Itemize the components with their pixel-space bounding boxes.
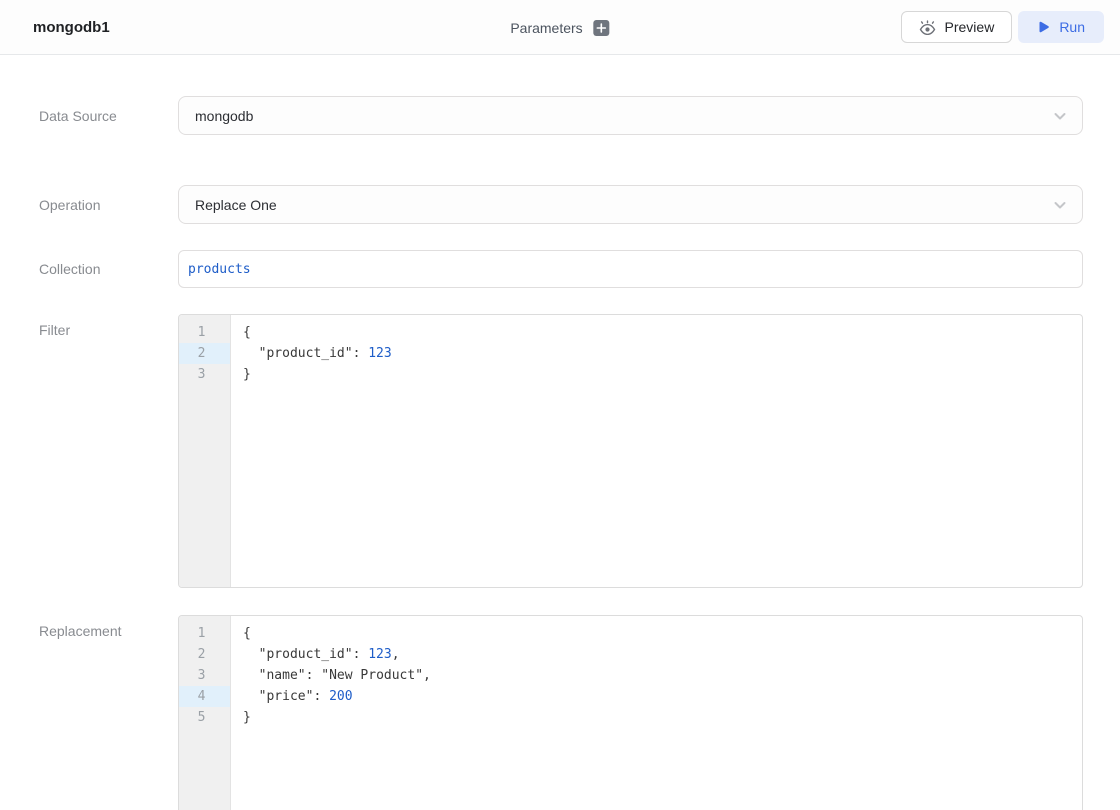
operation-value: Replace One bbox=[195, 197, 277, 213]
query-title: mongodb1 bbox=[33, 19, 110, 36]
filter-code-editor[interactable]: 123 { "product_id": 123} bbox=[178, 314, 1083, 588]
collection-input[interactable]: products bbox=[178, 250, 1083, 288]
replacement-row: Replacement 12345 { "product_id": 123, "… bbox=[39, 615, 1083, 810]
datasource-row: Data Source mongodb bbox=[39, 96, 1083, 135]
code-line[interactable]: "product_id": 123 bbox=[243, 343, 1082, 364]
line-number: 1 bbox=[179, 623, 230, 644]
run-button[interactable]: Run bbox=[1018, 11, 1104, 43]
chevron-down-icon bbox=[1052, 108, 1068, 124]
replacement-label: Replacement bbox=[39, 615, 178, 639]
line-number: 5 bbox=[179, 707, 230, 728]
plus-icon bbox=[597, 23, 607, 33]
line-number: 4 bbox=[179, 686, 230, 707]
code-line[interactable]: { bbox=[243, 322, 1082, 343]
code-line[interactable]: } bbox=[243, 364, 1082, 385]
operation-select[interactable]: Replace One bbox=[178, 185, 1083, 224]
filter-row: Filter 123 { "product_id": 123} bbox=[39, 314, 1083, 588]
preview-button[interactable]: Preview bbox=[901, 11, 1013, 43]
collection-value: products bbox=[188, 262, 1073, 277]
query-form: Data Source mongodb Operation Replace On… bbox=[0, 96, 1120, 810]
top-bar: mongodb1 Parameters Preview Run bbox=[0, 0, 1120, 55]
line-number: 2 bbox=[179, 343, 230, 364]
line-number: 3 bbox=[179, 364, 230, 385]
chevron-down-icon bbox=[1052, 197, 1068, 213]
replacement-code-editor[interactable]: 12345 { "product_id": 123, "name": "New … bbox=[178, 615, 1083, 810]
add-parameter-button[interactable] bbox=[594, 20, 610, 36]
play-icon bbox=[1037, 21, 1050, 34]
line-number: 1 bbox=[179, 322, 230, 343]
collection-row: Collection products bbox=[39, 250, 1083, 288]
datasource-value: mongodb bbox=[195, 108, 253, 124]
eye-icon bbox=[919, 20, 936, 35]
code-area[interactable]: { "product_id": 123} bbox=[231, 315, 1082, 587]
topbar-actions: Preview Run bbox=[901, 11, 1104, 43]
operation-row: Operation Replace One bbox=[39, 185, 1083, 224]
collection-label: Collection bbox=[39, 261, 178, 277]
datasource-select[interactable]: mongodb bbox=[178, 96, 1083, 135]
line-number-gutter: 12345 bbox=[179, 616, 231, 810]
datasource-label: Data Source bbox=[39, 108, 178, 124]
filter-label: Filter bbox=[39, 314, 178, 338]
line-number: 2 bbox=[179, 644, 230, 665]
line-number-gutter: 123 bbox=[179, 315, 231, 587]
operation-label: Operation bbox=[39, 197, 178, 213]
line-number: 3 bbox=[179, 665, 230, 686]
run-button-label: Run bbox=[1059, 19, 1085, 35]
code-line[interactable]: { bbox=[243, 623, 1082, 644]
code-area[interactable]: { "product_id": 123, "name": "New Produc… bbox=[231, 616, 1082, 810]
parameters-section: Parameters bbox=[510, 0, 609, 55]
preview-button-label: Preview bbox=[945, 19, 995, 35]
parameters-label: Parameters bbox=[510, 20, 582, 36]
code-line[interactable]: } bbox=[243, 707, 1082, 728]
code-line[interactable]: "price": 200 bbox=[243, 686, 1082, 707]
code-line[interactable]: "name": "New Product", bbox=[243, 665, 1082, 686]
code-line[interactable]: "product_id": 123, bbox=[243, 644, 1082, 665]
